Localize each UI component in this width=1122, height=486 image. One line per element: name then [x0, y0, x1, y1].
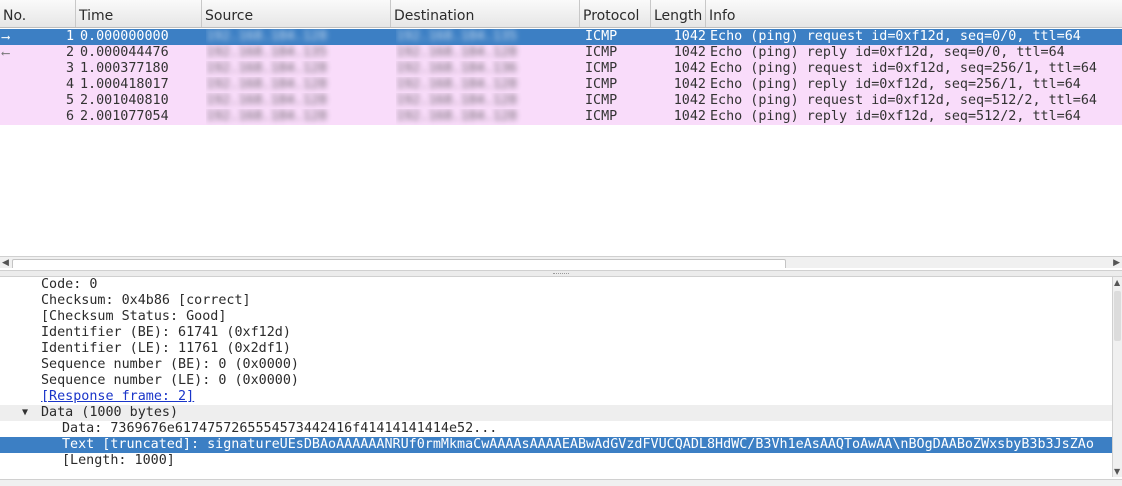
packet-length: 1042 — [673, 29, 706, 44]
packet-length: 1042 — [673, 109, 706, 124]
detail-line[interactable]: Checksum: 0x4b86 [correct] — [0, 293, 1112, 309]
column-header-no[interactable]: No. — [0, 0, 76, 27]
packet-info: Echo (ping) request id=0xf12d, seq=256/1… — [710, 61, 1097, 76]
detail-horizontal-scrollbar[interactable] — [0, 479, 1122, 486]
packet-rows: ⟶ 1 0.000000000 192.168.184.128 192.168.… — [0, 29, 1122, 125]
packet-list[interactable]: No. Time Source Destination Protocol Len… — [0, 0, 1122, 268]
detail-line[interactable]: Code: 0 — [0, 277, 1112, 293]
detail-line-text: Text [truncated]: signatureUEsDBAoAAAAAA… — [62, 437, 1094, 452]
packet-time: 2.001040810 — [80, 93, 169, 108]
packet-source: 192.168.184.128 — [206, 93, 327, 108]
packet-destination: 192.168.184.128 — [396, 93, 517, 108]
pane-splitter[interactable] — [0, 270, 1122, 277]
column-header-row: No. Time Source Destination Protocol Len… — [0, 0, 1122, 28]
response-frame-link[interactable]: [Response frame: 2] — [0, 389, 1112, 405]
packet-time: 0.000000000 — [80, 29, 169, 44]
packet-protocol: ICMP — [585, 109, 618, 124]
packet-row[interactable]: 6 2.001077054 192.168.184.128 192.168.18… — [0, 109, 1122, 125]
detail-line-text: Checksum: 0x4b86 [correct] — [41, 293, 251, 308]
detail-line-text: Sequence number (LE): 0 (0x0000) — [41, 373, 299, 388]
packet-source: 192.168.184.128 — [206, 61, 327, 76]
detail-line[interactable]: Identifier (BE): 61741 (0xf12d) — [0, 325, 1112, 341]
packet-info: Echo (ping) reply id=0xf12d, seq=512/2, … — [710, 109, 1081, 124]
packet-info: Echo (ping) request id=0xf12d, seq=512/2… — [710, 93, 1097, 108]
packet-protocol: ICMP — [585, 61, 618, 76]
column-header-time[interactable]: Time — [76, 0, 202, 27]
packet-destination: 192.168.184.128 — [396, 45, 517, 60]
packet-length: 1042 — [673, 61, 706, 76]
packet-time: 0.000044476 — [80, 45, 169, 60]
detail-line[interactable]: Data: 7369676e6174757265554573442416f414… — [0, 421, 1112, 437]
packet-length: 1042 — [673, 93, 706, 108]
packet-length: 1042 — [673, 45, 706, 60]
packet-length: 1042 — [673, 77, 706, 92]
packet-source: 192.168.184.135 — [206, 45, 327, 60]
detail-vertical-scrollbar[interactable]: ▲ ▼ — [1112, 277, 1122, 477]
packet-row[interactable]: 4 1.000418017 192.168.184.128 192.168.18… — [0, 77, 1122, 93]
detail-line-text: Sequence number (BE): 0 (0x0000) — [41, 357, 299, 372]
packet-no: 3 — [65, 61, 74, 76]
packet-source: 192.168.184.128 — [206, 109, 327, 124]
packet-no: 5 — [65, 93, 74, 108]
scroll-left-icon[interactable]: ◀ — [2, 257, 9, 268]
packet-destination: 192.168.184.135 — [396, 29, 517, 44]
scrollbar-thumb[interactable] — [1114, 291, 1121, 341]
detail-line-text: [Checksum Status: Good] — [41, 309, 227, 324]
packet-row[interactable]: 3 1.000377180 192.168.184.128 192.168.18… — [0, 61, 1122, 77]
detail-line-text: Code: 0 — [41, 277, 98, 292]
detail-line-text: Data (1000 bytes) — [41, 405, 179, 420]
column-header-length[interactable]: Length — [651, 0, 706, 27]
packet-time: 1.000418017 — [80, 77, 169, 92]
packet-source: 192.168.184.128 — [206, 77, 327, 92]
packet-no: 2 — [65, 45, 74, 60]
packet-info: Echo (ping) request id=0xf12d, seq=0/0, … — [710, 29, 1081, 44]
detail-line-text: Data: 7369676e6174757265554573442416f414… — [62, 421, 498, 436]
detail-line-text: Identifier (BE): 61741 (0xf12d) — [41, 325, 291, 340]
packet-destination: 192.168.184.136 — [396, 61, 517, 76]
packet-no: 4 — [65, 77, 74, 92]
detail-line[interactable]: Sequence number (LE): 0 (0x0000) — [0, 373, 1112, 389]
detail-line-text: [Length: 1000] — [62, 453, 175, 468]
packet-row[interactable]: 5 2.001040810 192.168.184.128 192.168.18… — [0, 93, 1122, 109]
detail-line[interactable]: [Checksum Status: Good] — [0, 309, 1112, 325]
packet-row[interactable]: ⟶ 1 0.000000000 192.168.184.128 192.168.… — [0, 29, 1122, 45]
detail-line[interactable]: [Length: 1000] — [0, 453, 1112, 469]
scroll-down-icon[interactable]: ▼ — [1114, 467, 1120, 476]
packet-destination: 192.168.184.128 — [396, 109, 517, 124]
packet-time: 1.000377180 — [80, 61, 169, 76]
data-tree-node[interactable]: ▼ Data (1000 bytes) — [0, 405, 1112, 421]
column-header-protocol[interactable]: Protocol — [580, 0, 651, 27]
packet-no: 1 — [65, 29, 74, 44]
packet-time: 2.001077054 — [80, 109, 169, 124]
scrollbar-thumb[interactable] — [12, 259, 786, 268]
packet-detail-pane[interactable]: Code: 0 Checksum: 0x4b86 [correct] [Chec… — [0, 277, 1122, 486]
packet-source: 192.168.184.128 — [206, 29, 327, 44]
packet-protocol: ICMP — [585, 45, 618, 60]
scroll-up-icon[interactable]: ▲ — [1114, 278, 1120, 287]
splitter-grip-icon[interactable] — [553, 273, 569, 276]
detail-line-text[interactable]: [Response frame: 2] — [41, 389, 194, 405]
packet-row[interactable]: ⟵ 2 0.000044476 192.168.184.135 192.168.… — [0, 45, 1122, 61]
detail-line[interactable]: Sequence number (BE): 0 (0x0000) — [0, 357, 1112, 373]
packet-no: 6 — [65, 109, 74, 124]
detail-line[interactable]: Identifier (LE): 11761 (0x2df1) — [0, 341, 1112, 357]
triangle-down-icon[interactable]: ▼ — [22, 405, 28, 421]
packet-destination: 192.168.184.128 — [396, 77, 517, 92]
scroll-right-icon[interactable]: ▶ — [1113, 257, 1120, 268]
packet-info: Echo (ping) reply id=0xf12d, seq=0/0, tt… — [710, 45, 1065, 60]
column-header-destination[interactable]: Destination — [391, 0, 580, 27]
detail-line-text: Identifier (LE): 11761 (0x2df1) — [41, 341, 291, 356]
column-header-source[interactable]: Source — [202, 0, 391, 27]
packet-list-horizontal-scrollbar[interactable]: ◀ ▶ — [0, 256, 1122, 268]
detail-line-selected[interactable]: Text [truncated]: signatureUEsDBAoAAAAAA… — [0, 437, 1112, 453]
column-header-info[interactable]: Info — [706, 0, 1122, 27]
packet-protocol: ICMP — [585, 93, 618, 108]
packet-protocol: ICMP — [585, 29, 618, 44]
packet-info: Echo (ping) reply id=0xf12d, seq=256/1, … — [710, 77, 1081, 92]
packet-protocol: ICMP — [585, 77, 618, 92]
